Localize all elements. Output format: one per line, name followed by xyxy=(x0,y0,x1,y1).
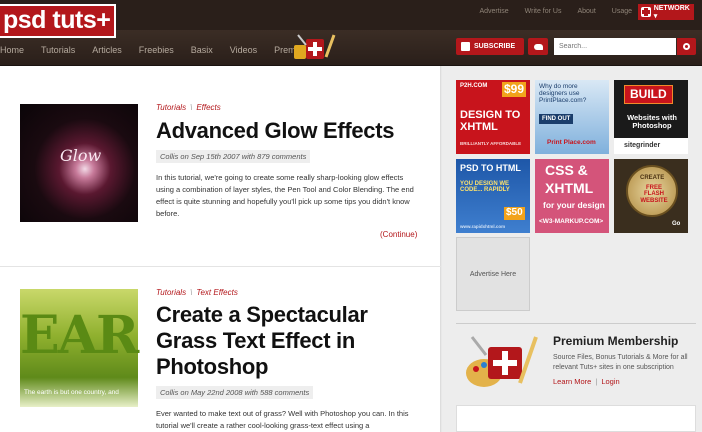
subscribe-label: SUBSCRIBE xyxy=(474,43,516,50)
search-icon xyxy=(683,43,690,50)
rss-icon xyxy=(461,42,470,51)
category-link[interactable]: Tutorials xyxy=(156,103,186,112)
nav-tutorials[interactable]: Tutorials xyxy=(41,45,75,55)
post-excerpt: In this tutorial, we're going to create … xyxy=(156,173,414,218)
plus-icon xyxy=(641,7,651,17)
premium-description: Source Files, Bonus Tutorials & More for… xyxy=(553,354,688,371)
top-link-advertise[interactable]: Advertise xyxy=(479,8,508,15)
site-logo[interactable]: psd tuts+ xyxy=(0,4,116,38)
continue-link[interactable]: (Continue) xyxy=(380,230,417,239)
sidebar-divider xyxy=(456,323,696,324)
ad-banner-free-flash[interactable]: CREATE FREE FLASH WEBSITE Go xyxy=(614,159,688,233)
premium-title: Premium Membership xyxy=(553,334,679,348)
thumbnail-caption: The earth is but one country, and xyxy=(24,389,119,396)
premium-membership-icon xyxy=(466,336,538,387)
nav-articles[interactable]: Articles xyxy=(92,45,122,55)
category-link[interactable]: Effects xyxy=(196,103,220,112)
category-link[interactable]: Tutorials xyxy=(156,288,186,297)
learn-more-link[interactable]: Learn More xyxy=(553,377,591,386)
login-link[interactable]: Login xyxy=(601,377,619,386)
post-categories: Tutorials \ Effects xyxy=(156,103,221,112)
ad-banner-w3markup[interactable]: CSS & XHTML for your design <W3-MARKUP.C… xyxy=(535,159,609,233)
top-link-write-for-us[interactable]: Write for Us xyxy=(525,8,562,15)
top-link-about[interactable]: About xyxy=(577,8,595,15)
ad-banner-rapidxhtml[interactable]: PSD TO HTML YOU DESIGN WE CODE... RAPIDL… xyxy=(456,159,530,233)
nav-videos[interactable]: Videos xyxy=(230,45,257,55)
post-title[interactable]: Create a Spectacular Grass Text Effect i… xyxy=(156,302,426,380)
bird-icon xyxy=(533,43,543,50)
post-categories: Tutorials \ Text Effects xyxy=(156,288,238,297)
nav-freebies[interactable]: Freebies xyxy=(139,45,174,55)
ad-banner-sitegrinder[interactable]: BUILD Websites with Photoshop sitegrinde… xyxy=(614,80,688,154)
post-meta: Collis on Sep 15th 2007 with 879 comment… xyxy=(156,150,311,163)
subscribe-button[interactable]: SUBSCRIBE xyxy=(456,38,524,55)
top-links: Advertise Write for Us About Usage xyxy=(479,8,632,15)
network-dropdown[interactable]: NETWORK ▾ xyxy=(638,4,694,20)
post-meta: Collis on May 22nd 2008 with 588 comment… xyxy=(156,386,314,399)
post-title[interactable]: Advanced Glow Effects xyxy=(156,118,436,144)
search-button[interactable] xyxy=(677,38,696,55)
thumbnail-text: EAR xyxy=(20,305,139,366)
ad-banner-printplace[interactable]: Why do more designers use PrintPlace.com… xyxy=(535,80,609,154)
premium-palette-icon[interactable] xyxy=(294,33,336,63)
twitter-button[interactable] xyxy=(528,38,548,55)
category-link[interactable]: Text Effects xyxy=(196,288,238,297)
post-excerpt: Ever wanted to make text out of grass? W… xyxy=(156,409,409,430)
ad-banner-p2h[interactable]: P2H.COM $99 DESIGN TO XHTML BRILLIANTLY … xyxy=(456,80,530,154)
top-link-usage[interactable]: Usage xyxy=(612,8,632,15)
post-divider xyxy=(0,266,441,267)
nav-home[interactable]: Home xyxy=(0,45,24,55)
advertise-here-box[interactable]: Advertise Here xyxy=(456,237,530,311)
nav-basix[interactable]: Basix xyxy=(191,45,213,55)
network-label: NETWORK ▾ xyxy=(653,4,690,20)
sidebar-widget xyxy=(456,405,696,432)
premium-links: Learn More | Login xyxy=(553,377,620,386)
thumbnail-text: Glow xyxy=(60,146,102,165)
search-input[interactable] xyxy=(554,38,676,55)
